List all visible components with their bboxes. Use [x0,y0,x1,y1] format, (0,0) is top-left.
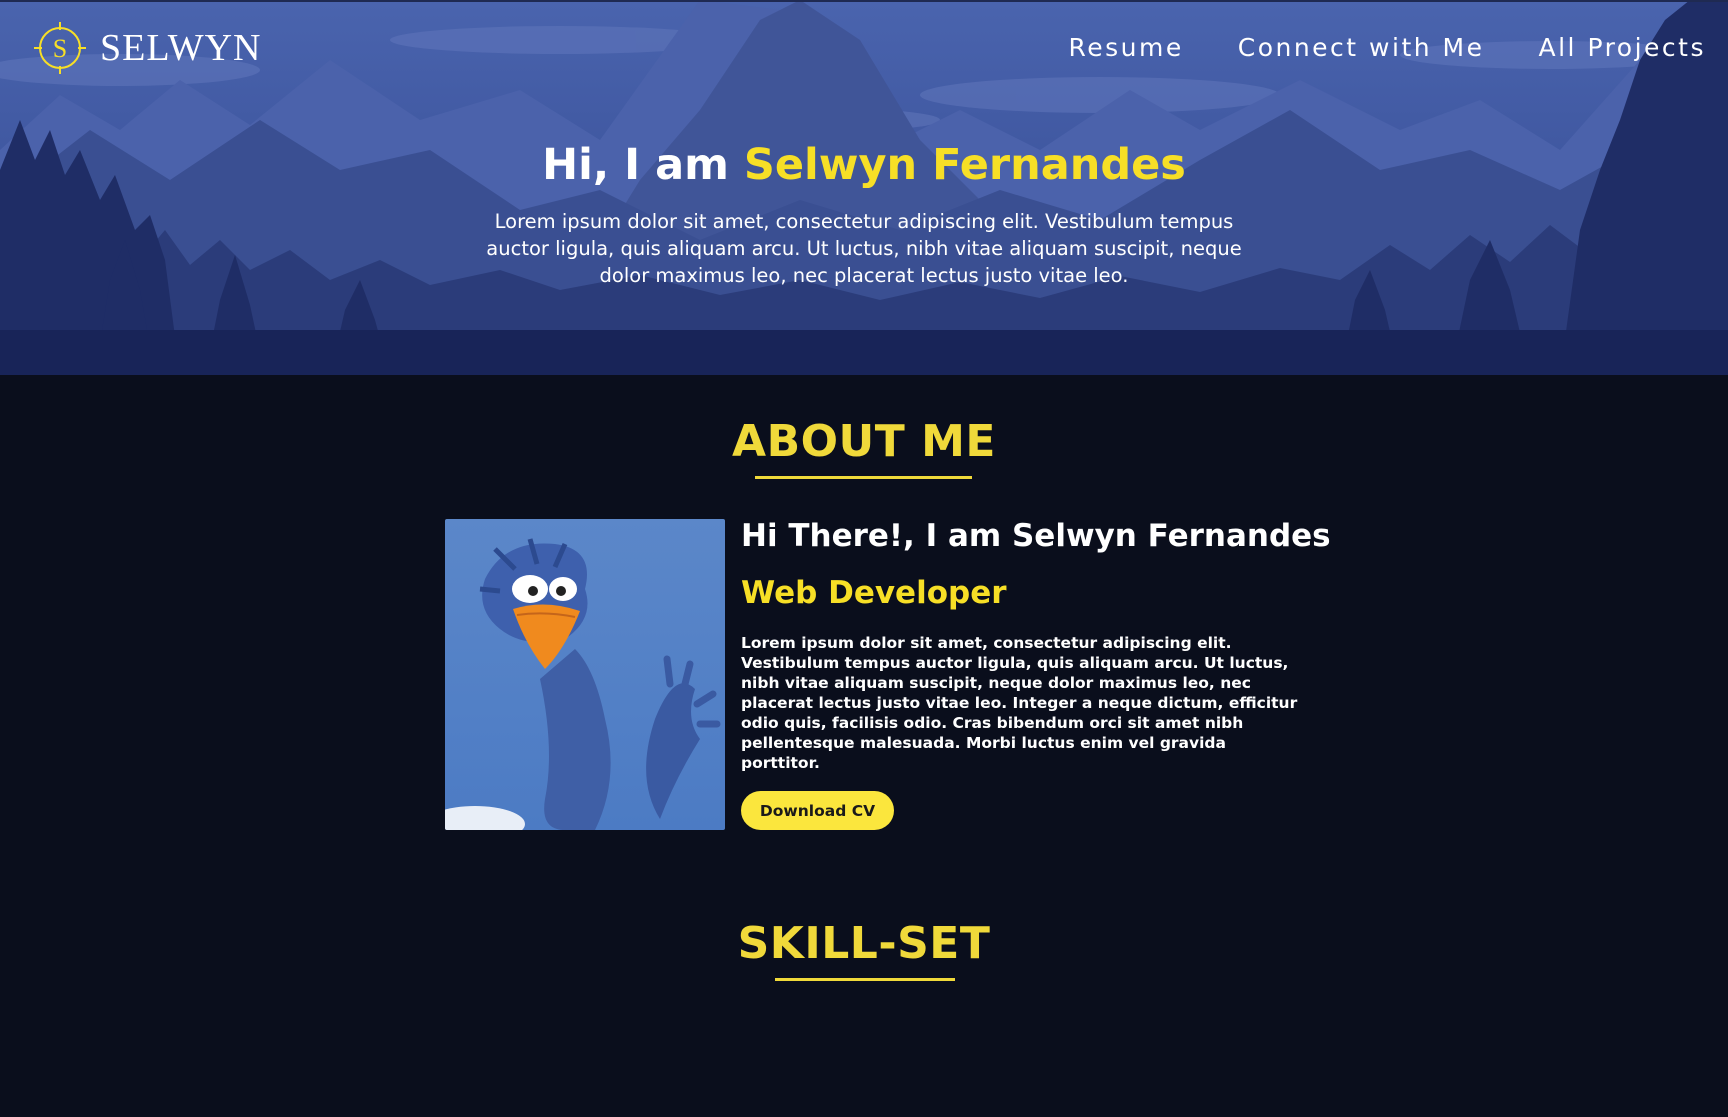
s-crosshair-logo-icon: S [34,22,86,74]
hero-name: Selwyn Fernandes [743,140,1186,190]
hero-section: S SELWYN Resume Connect with Me All Proj… [0,0,1728,375]
about-description: Lorem ipsum dolor sit amet, consectetur … [741,634,1298,772]
hero-greeting: Hi, I am [542,140,744,190]
skills-section-title: SKILL-SET [737,918,991,969]
about-title-underline [755,476,972,479]
about-heading: Hi There!, I am Selwyn Fernandes [741,518,1331,554]
about-role: Web Developer [741,575,1007,611]
svg-text:S: S [53,34,67,63]
download-cv-button[interactable]: Download CV [741,791,894,830]
nav-connect-link[interactable]: Connect with Me [1238,33,1485,62]
nav-all-projects-link[interactable]: All Projects [1539,33,1707,62]
nav-resume-link[interactable]: Resume [1069,33,1184,62]
hero-description: Lorem ipsum dolor sit amet, consectetur … [486,210,1242,287]
brand-name: SELWYN [100,27,262,69]
hero-heading: Hi, I am Selwyn Fernandes [0,140,1728,190]
blue-bird-image [445,519,725,830]
nav-links: Resume Connect with Me All Projects [1015,33,1707,62]
skills-title-underline [775,978,955,981]
profile-photo [445,519,725,830]
navbar: S SELWYN Resume Connect with Me All Proj… [0,0,1728,100]
brand[interactable]: S SELWYN [32,20,262,76]
about-section-title: ABOUT ME [732,416,996,467]
